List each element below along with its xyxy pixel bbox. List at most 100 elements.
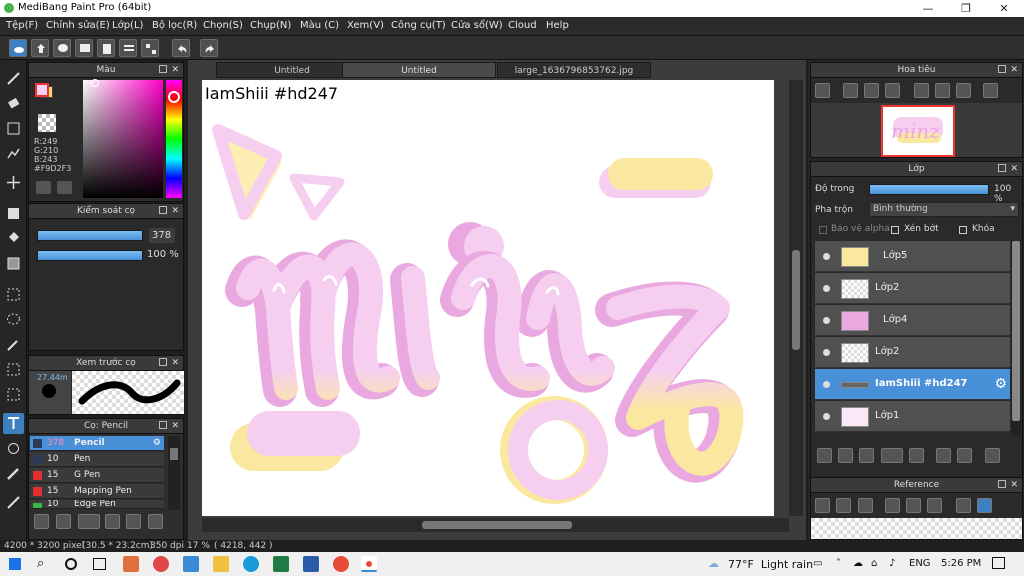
excel-icon[interactable] [273,556,289,572]
brush-new-icon[interactable] [56,514,71,529]
reference-add-icon[interactable] [815,498,830,513]
undo-icon[interactable] [172,39,190,57]
clock[interactable]: 5:26 PM [941,558,981,569]
add-layer-menu-icon[interactable] [881,448,903,463]
vertical-scrollbar[interactable] [789,80,803,516]
menu-file[interactable]: Tệp(F) [6,20,38,31]
lock-checkbox[interactable] [959,226,967,234]
duplicate-layer-icon[interactable] [936,448,951,463]
menu-color[interactable]: Màu (C) [300,20,339,31]
primary-color-swatch[interactable] [35,83,49,97]
close-icon[interactable]: ✕ [1010,478,1018,493]
select-eraser-tool-icon[interactable] [3,384,24,405]
gradient-tool-icon[interactable] [3,253,24,274]
rotate-right-icon[interactable] [956,83,971,98]
protect-alpha-checkbox[interactable] [819,226,827,234]
tab-untitled-2[interactable]: Untitled [342,62,496,78]
menu-cloud[interactable]: Cloud [508,20,537,31]
detach-icon[interactable] [159,206,167,214]
flip-icon[interactable] [983,83,998,98]
menu-view[interactable]: Xem(V) [347,20,384,31]
close-icon[interactable]: ✕ [171,356,179,371]
weather-text[interactable]: 77°F Light rain [728,558,813,571]
detach-icon[interactable] [159,358,167,366]
reference-open-icon[interactable] [836,498,851,513]
folder-icon[interactable] [909,448,924,463]
reference-close-icon[interactable] [858,498,873,513]
medibang-icon[interactable] [361,556,377,572]
bucket-tool-icon[interactable] [3,228,24,249]
select-pen-tool-icon[interactable] [3,359,24,380]
notification-icon[interactable] [992,557,1005,569]
file-explorer-icon[interactable] [213,556,229,572]
eye-icon[interactable] [823,381,830,388]
new-layer-icon[interactable] [817,448,832,463]
zoom-in-icon[interactable] [815,83,830,98]
redo-icon[interactable] [200,39,218,57]
brush-tool-icon[interactable] [3,68,24,89]
hand-icon[interactable] [977,498,992,513]
computer-icon[interactable] [183,556,199,572]
page-icon[interactable] [97,39,115,57]
layer-row[interactable]: Lớp1 [815,401,1010,432]
lasso-tool-icon[interactable] [3,309,24,330]
eye-icon[interactable] [823,349,830,356]
layer-row[interactable]: Lớp5 [815,241,1010,272]
eraser-tool-icon[interactable] [3,93,24,114]
volume-icon[interactable]: ♪ [889,558,895,569]
zoom-in-icon[interactable] [843,83,858,98]
chat-icon[interactable] [53,39,71,57]
reference-view[interactable] [811,518,1022,539]
close-icon[interactable]: ✕ [171,204,179,219]
tab-large-image[interactable]: large_1636796853762.jpg [497,62,651,78]
eyedropper-icon[interactable] [956,498,971,513]
windows-start-icon[interactable] [9,558,21,570]
brush-item[interactable]: 10 Edge Pen [30,500,164,509]
zoom-out-icon[interactable] [927,498,942,513]
close-icon[interactable]: ✕ [1010,162,1018,177]
detach-icon[interactable] [998,65,1006,73]
close-icon[interactable]: ✕ [171,63,179,78]
close-button[interactable]: ✕ [986,0,1022,17]
close-icon[interactable]: ✕ [171,419,179,434]
color-picker-cursor[interactable] [91,79,99,87]
app-red-icon[interactable] [153,556,169,572]
cortana-icon[interactable] [65,558,77,570]
horizontal-scrollbar[interactable] [202,518,789,532]
cloud-icon[interactable] [9,39,27,57]
saturation-brightness-picker[interactable] [83,80,163,198]
trash-icon[interactable] [985,448,1000,463]
eye-icon[interactable] [823,285,830,292]
pen-tool-icon[interactable] [3,143,24,164]
select-rect-tool-icon[interactable] [3,284,24,305]
actual-size-icon[interactable] [935,83,950,98]
brush-copy-icon[interactable] [105,514,120,529]
new-layer-1bit-icon[interactable] [859,448,874,463]
brush-size-slider[interactable] [37,230,143,241]
maximize-button[interactable]: ❐ [948,0,984,17]
brush-duplicate-icon[interactable] [148,514,163,529]
list-icon[interactable] [119,39,137,57]
layer-row[interactable]: Lớp4 [815,305,1010,336]
fit-icon[interactable] [906,498,921,513]
brush-opacity-slider[interactable] [37,250,143,261]
menu-snap[interactable]: Chụp(N) [250,20,291,31]
eye-icon[interactable] [823,317,830,324]
task-view-icon[interactable] [93,558,106,570]
canvas[interactable]: IamShiii #hd247 [202,80,774,516]
gear-icon[interactable]: ⚙ [994,376,1007,392]
powerpoint-icon[interactable] [123,556,139,572]
fill-rect-tool-icon[interactable] [3,203,24,224]
brush-item[interactable]: 15 Mapping Pen [30,484,164,499]
menu-edit[interactable]: Chỉnh sửa(E) [46,20,110,31]
shape-tool-icon[interactable] [3,118,24,139]
palette-icon[interactable] [36,181,51,194]
move-tool-icon[interactable] [3,172,24,193]
brush-item[interactable]: 15 G Pen [30,468,164,483]
hand-tool-icon[interactable] [3,438,24,459]
camera-icon[interactable]: ▭ [813,558,822,569]
merge-layer-icon[interactable] [957,448,972,463]
detach-icon[interactable] [159,65,167,73]
magic-wand-tool-icon[interactable] [3,334,24,355]
divide-tool-icon[interactable] [3,492,24,513]
